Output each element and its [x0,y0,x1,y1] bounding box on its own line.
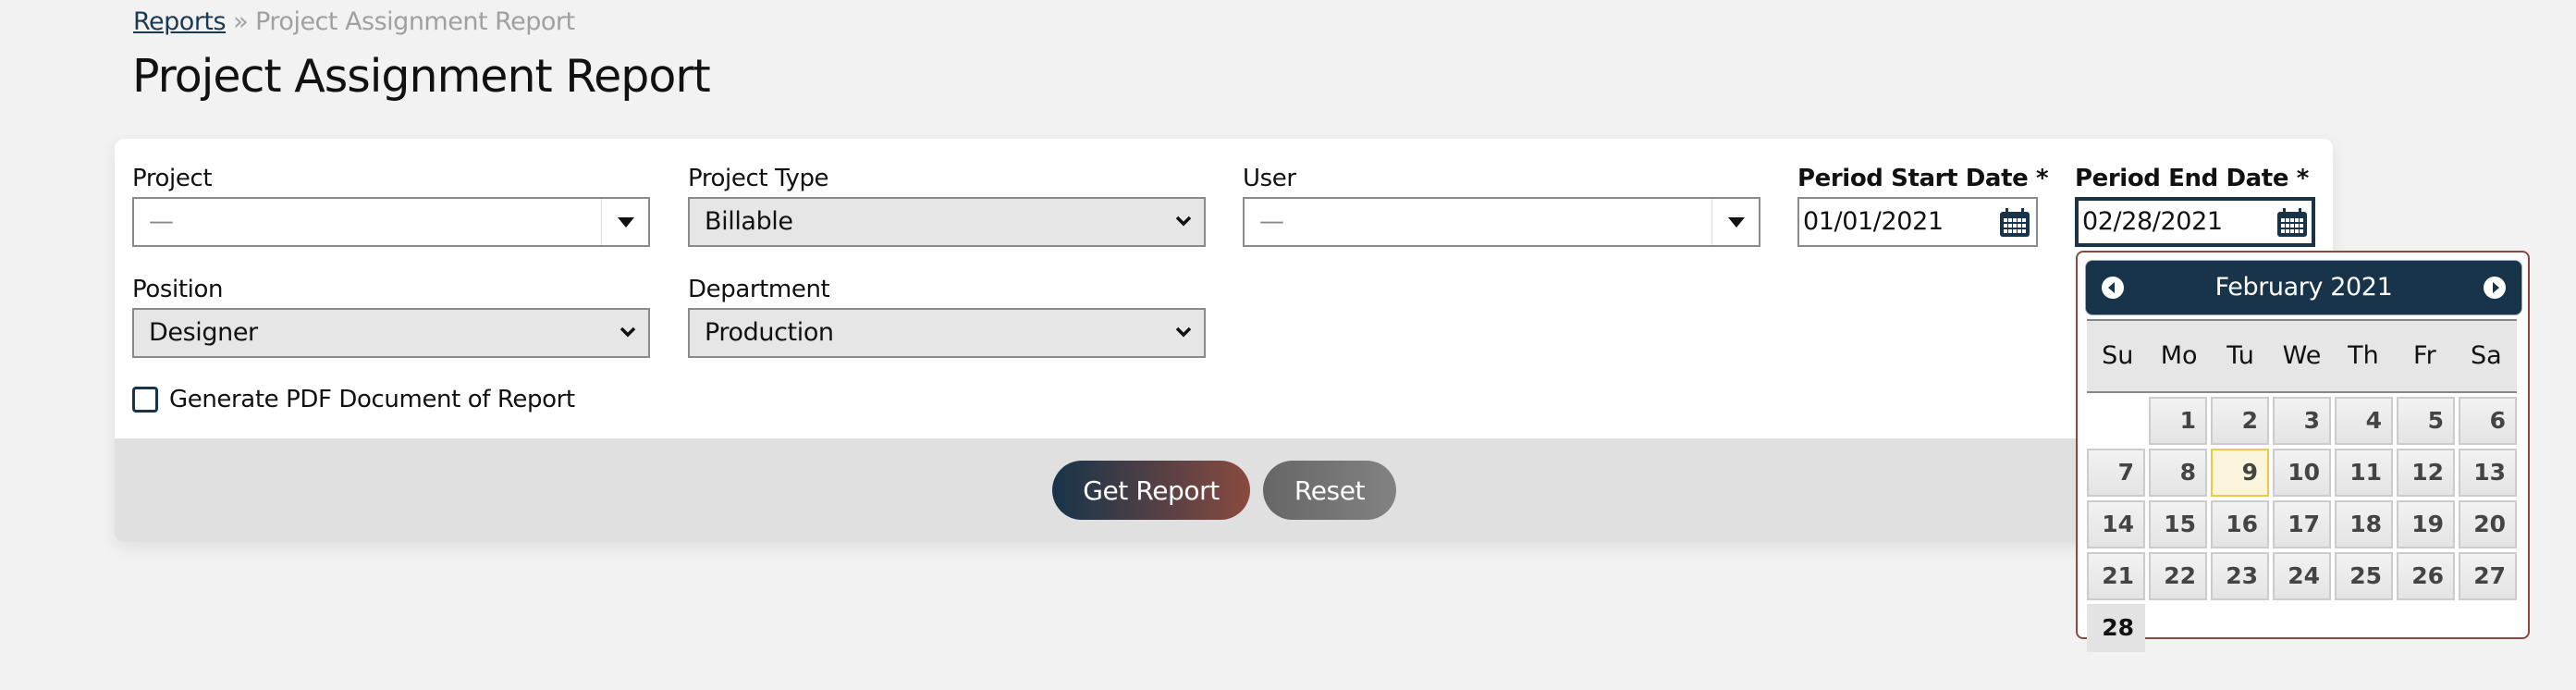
day-cell[interactable]: 21 [2087,552,2145,600]
day-cell[interactable]: 6 [2459,397,2517,445]
day-cell[interactable]: 23 [2211,552,2269,600]
day-cell-today[interactable]: 9 [2211,449,2269,497]
day-cell[interactable]: 5 [2397,397,2455,445]
day-cell[interactable]: 26 [2397,552,2455,600]
period-start-input[interactable]: 01/01/2021 [1797,197,2038,247]
period-end-value: 02/28/2021 [2082,207,2223,236]
day-cell[interactable]: 19 [2397,500,2455,548]
day-cell[interactable]: 25 [2335,552,2393,600]
department-field: Department Production [688,276,1206,359]
project-field: Project — [132,165,650,248]
project-type-field: Project Type Billable [688,165,1206,248]
weekday-header: We [2282,341,2322,370]
reset-button[interactable]: Reset [1263,461,1396,520]
breadcrumb-link-reports[interactable]: Reports [133,7,227,36]
weekday-header: Fr [2413,341,2436,370]
day-cell-selected[interactable]: 28 [2087,604,2145,652]
user-value: — [1259,207,1284,236]
breadcrumb-separator: » [233,7,249,36]
weekday-header: Tu [2226,341,2254,370]
day-cell[interactable]: 15 [2149,500,2207,548]
period-end-label: Period End Date * [2075,165,2309,192]
department-value: Production [705,318,834,347]
position-value: Designer [149,318,258,347]
user-field: User — [1243,165,1760,248]
day-cell[interactable]: 12 [2397,449,2455,497]
day-cell[interactable]: 16 [2211,500,2269,548]
day-cell[interactable]: 7 [2087,449,2145,497]
day-cell[interactable]: 17 [2273,500,2331,548]
department-label: Department [688,276,830,303]
calendar-icon[interactable] [2276,208,2308,238]
period-start-field: Period Start Date * 01/01/2021 [1797,165,2049,248]
project-type-select[interactable]: Billable [688,197,1206,247]
datepicker-popup: February 2021 Su Mo Tu We Th Fr Sa 1 2 3 4 5 6 7 8 9 10… [2076,251,2530,652]
chevron-down-icon [1175,327,1192,338]
period-start-value: 01/01/2021 [1803,207,1944,236]
triangle-down-icon[interactable] [1711,199,1759,245]
weekday-header: Th [2348,341,2379,370]
project-type-value: Billable [705,207,793,236]
day-cell[interactable]: 22 [2149,552,2207,600]
day-cell[interactable]: 2 [2211,397,2269,445]
position-select[interactable]: Designer [132,308,650,358]
breadcrumb-current: Project Assignment Report [255,7,575,36]
generate-pdf-checkbox[interactable] [132,387,158,413]
datepicker-month-label: February 2021 [2214,273,2393,302]
period-end-field: Period End Date * 02/28/2021 [2075,165,2315,248]
project-value: — [149,207,174,236]
day-cell[interactable]: 14 [2087,500,2145,548]
position-field: Position Designer [132,276,650,359]
chevron-down-icon [619,327,636,338]
project-label: Project [132,165,213,192]
chevron-down-icon [1175,216,1192,227]
circle-arrow-right-icon[interactable] [2484,277,2506,299]
calendar-icon[interactable] [1999,208,2030,238]
datepicker-weekdays: Su Mo Tu We Th Fr Sa [2087,319,2517,393]
get-report-button[interactable]: Get Report [1052,461,1250,520]
datepicker-header: February 2021 [2085,260,2522,315]
user-label: User [1243,165,1296,192]
user-combobox[interactable]: — [1243,197,1760,247]
breadcrumb: Reports» Project Assignment Report [133,7,575,36]
day-cell[interactable]: 4 [2335,397,2393,445]
project-type-label: Project Type [688,165,829,192]
day-cell[interactable]: 27 [2459,552,2517,600]
triangle-down-icon[interactable] [601,199,648,245]
day-cell[interactable]: 20 [2459,500,2517,548]
period-end-input[interactable]: 02/28/2021 [2075,197,2315,247]
generate-pdf-label[interactable]: Generate PDF Document of Report [169,386,575,413]
day-cell[interactable]: 10 [2273,449,2331,497]
position-label: Position [132,276,224,303]
generate-pdf-option[interactable]: Generate PDF Document of Report [132,385,575,414]
day-cell[interactable]: 3 [2273,397,2331,445]
day-cell[interactable]: 24 [2273,552,2331,600]
weekday-header: Sa [2470,341,2502,370]
day-cell[interactable]: 1 [2149,397,2207,445]
page-title: Project Assignment Report [132,50,711,103]
weekday-header: Mo [2160,341,2198,370]
day-cell[interactable]: 13 [2459,449,2517,497]
period-start-label: Period Start Date * [1797,165,2049,192]
day-cell[interactable]: 11 [2335,449,2393,497]
day-cell[interactable]: 8 [2149,449,2207,497]
day-cell[interactable]: 18 [2335,500,2393,548]
day-cell-empty [2087,397,2145,445]
department-select[interactable]: Production [688,308,1206,358]
project-combobox[interactable]: — [132,197,650,247]
datepicker-days: 1 2 3 4 5 6 7 8 9 10 11 12 13 14 15 16 17 18 19 20 21 22 23 24 2… [2087,397,2517,652]
weekday-header: Su [2102,341,2134,370]
